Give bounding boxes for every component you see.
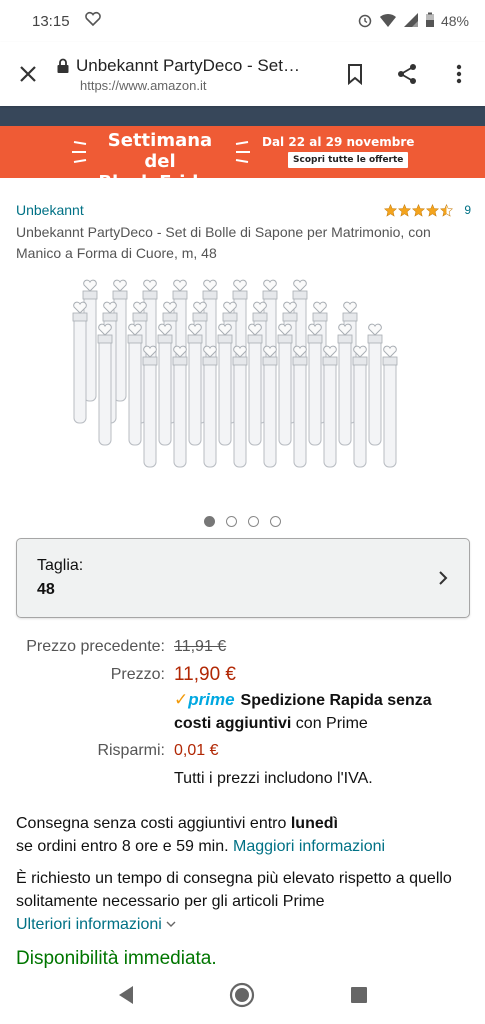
savings-value: 0,01 €	[174, 742, 219, 759]
availability-status: Disponibilità immediata.	[16, 948, 217, 969]
bubble-tube	[142, 345, 158, 468]
wifi-icon	[379, 12, 397, 31]
delivery-text: Consegna senza costi aggiuntivi entro	[16, 815, 291, 832]
star-icon	[412, 203, 426, 217]
banner-cta-button[interactable]: Scopri tutte le offerte	[288, 152, 409, 168]
rating-stars[interactable]: 9	[384, 203, 471, 217]
bookmark-icon	[348, 64, 362, 85]
bubble-tube	[367, 323, 383, 446]
close-icon	[20, 66, 36, 82]
product-header: Unbekannt 9 Unbekannt PartyDeco - Set di…	[16, 200, 471, 264]
bubble-tube	[202, 345, 218, 468]
banner-dates: Dal 22 al 29 novembre	[262, 135, 415, 149]
star-icon	[426, 203, 440, 217]
bubble-tube	[72, 301, 88, 424]
chevron-down-icon	[166, 921, 176, 927]
product-image[interactable]	[60, 265, 420, 500]
more-vert-icon	[456, 64, 462, 84]
home-button[interactable]	[229, 982, 255, 1013]
bubble-tube	[307, 323, 323, 446]
star-icon	[398, 203, 412, 217]
bubble-tube	[217, 323, 233, 446]
further-info-link[interactable]: Ulteriori informazioni	[16, 916, 162, 933]
back-button[interactable]	[117, 985, 135, 1010]
brand-link[interactable]: Unbekannt	[16, 202, 84, 218]
delivery-more-info-link[interactable]: Maggiori informazioni	[233, 838, 385, 855]
size-value: 48	[37, 581, 55, 598]
image-carousel-indicator	[204, 516, 281, 527]
rating-count[interactable]: 9	[464, 203, 471, 217]
size-selector[interactable]: Taglia: 48	[16, 538, 470, 618]
url-block[interactable]: Unbekannt PartyDeco - Set… https://www.a…	[56, 56, 329, 93]
heart-notification-icon	[84, 11, 102, 31]
bubble-tube	[127, 323, 143, 446]
delivery-cutoff: se ordini entro 8 ore e 59 min.	[16, 838, 234, 855]
carousel-dot[interactable]	[226, 516, 237, 527]
status-bar: 13:15 48%	[0, 0, 485, 42]
banner-title-line1: Settimana del	[107, 130, 213, 172]
signal-icon	[403, 12, 419, 31]
carousel-dot[interactable]	[248, 516, 259, 527]
delivery-notice: È richiesto un tempo di consegna più ele…	[16, 867, 471, 936]
savings-label: Risparmi:	[97, 742, 165, 759]
delivery-day: lunedì	[290, 815, 338, 832]
battery-icon	[425, 12, 435, 31]
size-label: Taglia:	[37, 557, 84, 574]
page-title: Unbekannt PartyDeco - Set…	[76, 55, 300, 75]
star-half-icon	[440, 203, 454, 217]
bubble-tube	[292, 345, 308, 468]
banner-dash-decoration-right	[235, 141, 250, 163]
bubble-tube	[337, 323, 353, 446]
lock-icon	[57, 58, 69, 73]
bubble-tube	[97, 323, 113, 446]
amazon-nav-strip	[0, 106, 485, 126]
bubble-tube	[172, 345, 188, 468]
current-price: 11,90 €	[174, 664, 236, 685]
banner-dash-decoration-left	[72, 141, 87, 163]
banner-title-line2: Black Friday	[98, 172, 222, 193]
back-icon	[119, 985, 134, 1004]
prime-shipping-info: ✓prime Spedizione Rapida senza costi aggi…	[174, 688, 464, 735]
delivery-info: Consegna senza costi aggiuntivi entro lu…	[16, 812, 471, 858]
recents-button[interactable]	[350, 986, 368, 1009]
bubble-tube	[352, 345, 368, 468]
bubble-tube	[262, 345, 278, 468]
previous-price-label: Prezzo precedente:	[26, 638, 165, 655]
home-icon	[230, 982, 255, 1007]
status-time: 13:15	[32, 12, 70, 30]
bubble-tube	[382, 345, 398, 468]
star-icon	[384, 203, 398, 217]
delivery-notice-text: È richiesto un tempo di consegna più ele…	[16, 870, 452, 910]
bubble-tube	[277, 323, 293, 446]
alarm-icon	[357, 12, 373, 31]
prime-shipping-suffix: con Prime	[291, 715, 368, 732]
bubble-tube	[247, 323, 263, 446]
bookmark-button[interactable]	[329, 48, 381, 100]
share-button[interactable]	[381, 48, 433, 100]
android-nav-bar	[0, 970, 485, 1024]
page-url: https://www.amazon.it	[80, 77, 207, 93]
previous-price: 11,91 €	[174, 638, 227, 655]
prime-check-icon: ✓	[174, 690, 189, 709]
vat-note: Tutti i prezzi includono l'IVA.	[174, 770, 373, 787]
bubble-tube	[157, 323, 173, 446]
price-label: Prezzo:	[110, 666, 165, 683]
bubble-tube	[322, 345, 338, 468]
share-icon	[398, 64, 416, 84]
recents-icon	[350, 986, 367, 1003]
battery-percent: 48%	[440, 13, 469, 29]
chevron-right-icon	[439, 571, 448, 585]
bubble-tube	[187, 323, 203, 446]
bubble-tube	[232, 345, 248, 468]
close-tab-button[interactable]	[0, 46, 56, 102]
black-friday-banner[interactable]: Settimana del Black Friday Dal 22 al 29 …	[0, 126, 485, 193]
carousel-dot[interactable]	[204, 516, 215, 527]
prime-logo: ✓prime	[174, 690, 235, 709]
banner-title: Settimana del Black Friday	[90, 130, 230, 193]
browser-toolbar: Unbekannt PartyDeco - Set… https://www.a…	[0, 42, 485, 106]
carousel-dot[interactable]	[270, 516, 281, 527]
overflow-menu-button[interactable]	[433, 48, 485, 100]
product-title: Unbekannt PartyDeco - Set di Bolle di Sa…	[16, 224, 431, 261]
